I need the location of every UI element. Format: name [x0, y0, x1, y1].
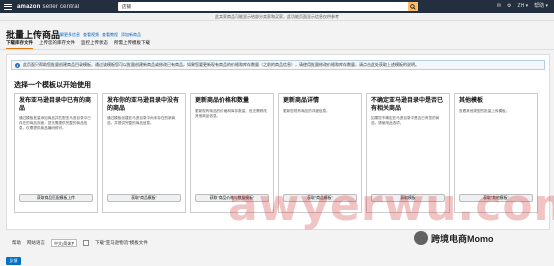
tab-upload-inventory-file[interactable]: 上传您的库存文件	[39, 40, 75, 49]
help-link-learn-more[interactable]: 了解更多信息	[56, 32, 80, 38]
feedback-button[interactable]: 反馈	[6, 257, 21, 265]
help-link-video[interactable]: 查看视频	[83, 32, 99, 38]
notice-text: 此卖家商品可能显示给部分卖家和买家，此功能页面显示信息仅供参考	[215, 13, 339, 19]
language-select[interactable]: 中文(简体)	[51, 238, 77, 247]
feedback-button-label: 反馈	[9, 258, 18, 263]
watermark-text: awyerwu.com	[228, 180, 554, 231]
info-alert-text: 此页面只帮助您批量创建商品目录模板，通过该模板您可以批量创建新商品或修改已有商品…	[23, 62, 419, 67]
brand-subtitle: seller central	[42, 3, 80, 10]
info-icon: i	[15, 62, 20, 68]
card-title: 更新商品价格和数量	[195, 98, 250, 104]
button-label: 获取商品匹配模板上传	[37, 195, 75, 200]
search-icon	[410, 3, 416, 10]
search-button[interactable]	[408, 2, 418, 11]
card-title: 其他模板	[459, 98, 484, 104]
fba-template-checkbox-label: 下载"亚马逊物流"模板文件	[95, 239, 148, 245]
card-title: 不确定亚马逊目录中是否已有相关商品	[371, 98, 444, 112]
template-card-existing-products: 发布亚马逊目录中已有的商品 通过模板批量添加商品并匹配亚马逊目录中已存在的商品页…	[14, 93, 98, 213]
menu-icon[interactable]	[4, 3, 12, 10]
tab-monitor-upload-status[interactable]: 监控上传状态	[81, 40, 108, 49]
template-card-new-products: 发布你的亚马逊目录中没有的商品 通过模板创建亚马逊目录中尚未存在的新商品，并提供…	[102, 93, 186, 213]
card-description: 通过模板批量添加商品并匹配亚马逊目录中已存在的商品页面，您无需提供完整的商品信息…	[19, 116, 91, 130]
help-links: 了解更多信息 查看视频 查看教程 添加新商品	[56, 32, 141, 38]
mail-icon[interactable]: ✉	[497, 3, 501, 10]
fba-template-checkbox[interactable]	[83, 239, 89, 246]
tab-template-download[interactable]: 所需上传模板下载	[114, 40, 150, 49]
chevron-down-icon	[72, 241, 74, 244]
help-label[interactable]: 帮助	[12, 240, 21, 246]
section-title: 选择一个模板以开始使用	[14, 82, 91, 89]
card-description: 更新现有商品的价格和库存数量，但无需修改其他商品信息。	[195, 108, 267, 118]
notice-banner: 此卖家商品可能显示给部分卖家和买家，此功能页面显示信息仅供参考	[0, 13, 554, 21]
tab-bar: 下载库存文件 上传您的库存文件 监控上传状态 所需上传模板下载	[6, 40, 150, 49]
tabs-divider	[0, 49, 554, 50]
wechat-logo-icon	[414, 231, 428, 245]
get-template-button[interactable]: 获取商品匹配模板上传	[19, 194, 93, 202]
watermark-badge-text: 跨境电商Momo	[431, 233, 494, 244]
top-navigation-bar: amazon seller central 店铺 ✉ ⚙ ZH ▾ 帮助 ▾	[0, 0, 554, 13]
seller-central-logo[interactable]: amazon seller central	[17, 4, 79, 10]
help-menu[interactable]: 帮助 ▾	[534, 3, 548, 10]
help-link-tutorial[interactable]: 查看教程	[102, 32, 118, 38]
help-link-add-product[interactable]: 添加新商品	[121, 32, 141, 38]
card-title: 发布亚马逊目录中已有的商品	[19, 98, 92, 112]
card-description: 查看其他类型的批量上传模板。	[459, 108, 510, 113]
language-menu[interactable]: ZH ▾	[518, 3, 529, 10]
info-alert: i 此页面只帮助您批量创建商品目录模板，通过该模板您可以批量创建新商品或修改已有…	[11, 60, 545, 70]
language-label: 网站语言	[27, 239, 45, 245]
settings-icon[interactable]: ⚙	[507, 3, 511, 10]
language-select-value: 中文(简体)	[54, 240, 73, 246]
brand-name: amazon	[17, 3, 41, 10]
top-right-links: ✉ ⚙ ZH ▾ 帮助 ▾	[497, 3, 548, 10]
get-template-button[interactable]: 获取"商品模板"	[107, 194, 181, 202]
card-description: 更新您现有商品的详细信息。	[283, 108, 330, 113]
card-title: 更新商品详情	[283, 98, 320, 104]
card-description: 通过模板创建亚马逊目录中尚未存在的新商品，并提供完整的商品信息。	[107, 116, 176, 125]
card-description: 如果您不确定亚马逊目录中是否已有您的商品，请使用此选项。	[371, 116, 440, 125]
button-label: 获取"商品模板"	[131, 195, 157, 200]
tab-download-inventory-file[interactable]: 下载库存文件	[6, 40, 33, 49]
card-title: 发布你的亚马逊目录中没有的商品	[107, 98, 180, 112]
watermark-badge: 跨境电商Momo	[414, 231, 494, 245]
search-value: 店铺	[122, 3, 131, 9]
search-input[interactable]: 店铺	[118, 2, 418, 11]
